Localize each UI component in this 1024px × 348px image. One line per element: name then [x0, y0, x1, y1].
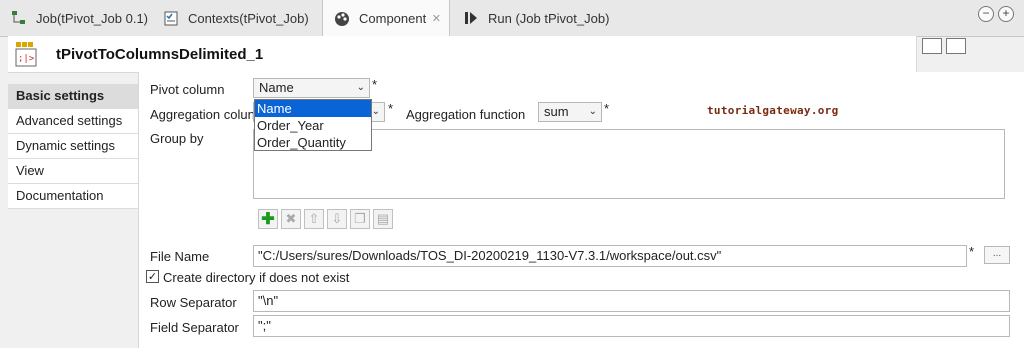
aggregation-function-select[interactable]: sum ⌄ — [538, 102, 602, 122]
watermark: tutorialgateway.org — [707, 104, 839, 117]
add-row-button[interactable]: ✚ — [258, 209, 278, 229]
required-marker: * — [969, 244, 975, 259]
pivot-column-dropdown-list: Name Order_Year Order_Quantity — [254, 99, 372, 151]
settings-nav: Basic settings Advanced settings Dynamic… — [8, 84, 138, 209]
contexts-icon — [162, 9, 180, 27]
nav-documentation[interactable]: Documentation — [8, 184, 138, 209]
paste-button[interactable]: ▤ — [373, 209, 393, 229]
tab-run-label: Run (Job tPivot_Job) — [488, 10, 610, 26]
tab-component[interactable]: Component ✕ — [322, 0, 450, 37]
aggregation-column-label: Aggregation colun — [150, 107, 255, 122]
dropdown-option-name[interactable]: Name — [255, 100, 371, 117]
tab-contexts[interactable]: Contexts(tPivot_Job) — [152, 0, 322, 36]
job-icon — [10, 9, 28, 27]
component-icon — [333, 10, 351, 28]
maximize-button[interactable]: + — [998, 6, 1014, 22]
component-header: ;|> tPivotToColumnsDelimited_1 — [8, 36, 917, 73]
group-by-label: Group by — [150, 131, 204, 146]
file-name-input[interactable]: "C:/Users/sures/Downloads/TOS_DI-2020021… — [253, 245, 967, 267]
create-directory-checkbox[interactable]: ✓ — [146, 270, 159, 283]
required-marker: * — [604, 101, 610, 116]
table-view-icon[interactable] — [922, 38, 942, 54]
aggregation-function-value: sum — [544, 104, 569, 119]
chevron-down-icon: ⌄ — [371, 106, 380, 117]
required-marker: * — [388, 101, 394, 116]
view-toggle — [922, 38, 966, 54]
minimize-button[interactable]: − — [978, 6, 994, 22]
svg-text:;|>: ;|> — [18, 54, 35, 64]
field-separator-label: Field Separator — [150, 320, 239, 335]
nav-basic-settings[interactable]: Basic settings — [8, 84, 138, 109]
remove-row-button[interactable]: ✖ — [281, 209, 301, 229]
copy-button[interactable]: ❐ — [350, 209, 370, 229]
run-icon — [462, 9, 480, 27]
browse-button[interactable]: ... — [984, 246, 1010, 264]
close-icon[interactable]: ✕ — [432, 12, 441, 25]
chevron-down-icon: ⌄ — [588, 106, 597, 117]
field-separator-input[interactable]: ";" — [253, 315, 1010, 337]
move-up-button[interactable]: ⇧ — [304, 209, 324, 229]
nav-view[interactable]: View — [8, 159, 138, 184]
tab-run[interactable]: Run (Job tPivot_Job) — [452, 0, 632, 36]
tab-job-label: Job(tPivot_Job 0.1) — [36, 10, 149, 26]
move-down-button[interactable]: ⇩ — [327, 209, 347, 229]
editor-tab-bar: Job(tPivot_Job 0.1) Contexts(tPivot_Job)… — [0, 0, 1024, 37]
table-toolbar: ✚ ✖ ⇧ ⇩ ❐ ▤ — [258, 209, 393, 229]
tab-job[interactable]: Job(tPivot_Job 0.1) — [0, 0, 152, 36]
tab-contexts-label: Contexts(tPivot_Job) — [188, 10, 309, 26]
pivot-component-icon: ;|> — [14, 40, 44, 68]
tab-component-label: Component — [359, 11, 427, 26]
dropdown-option-order-year[interactable]: Order_Year — [255, 117, 371, 134]
required-marker: * — [372, 77, 378, 92]
nav-advanced-settings[interactable]: Advanced settings — [8, 109, 138, 134]
aggregation-function-label: Aggregation function — [406, 107, 526, 122]
split-view-icon[interactable] — [946, 38, 966, 54]
pivot-column-select[interactable]: Name ⌄ — [253, 78, 370, 98]
row-separator-label: Row Separator — [150, 295, 237, 310]
pivot-column-label: Pivot column — [150, 82, 225, 97]
file-name-label: File Name — [150, 249, 210, 264]
component-title: tPivotToColumnsDelimited_1 — [56, 46, 264, 63]
row-separator-input[interactable]: "\n" — [253, 290, 1010, 312]
pivot-column-value: Name — [259, 80, 294, 95]
nav-dynamic-settings[interactable]: Dynamic settings — [8, 134, 138, 159]
dropdown-option-order-quantity[interactable]: Order_Quantity — [255, 134, 371, 151]
chevron-down-icon: ⌄ — [356, 82, 365, 93]
create-directory-label: Create directory if does not exist — [163, 270, 350, 285]
